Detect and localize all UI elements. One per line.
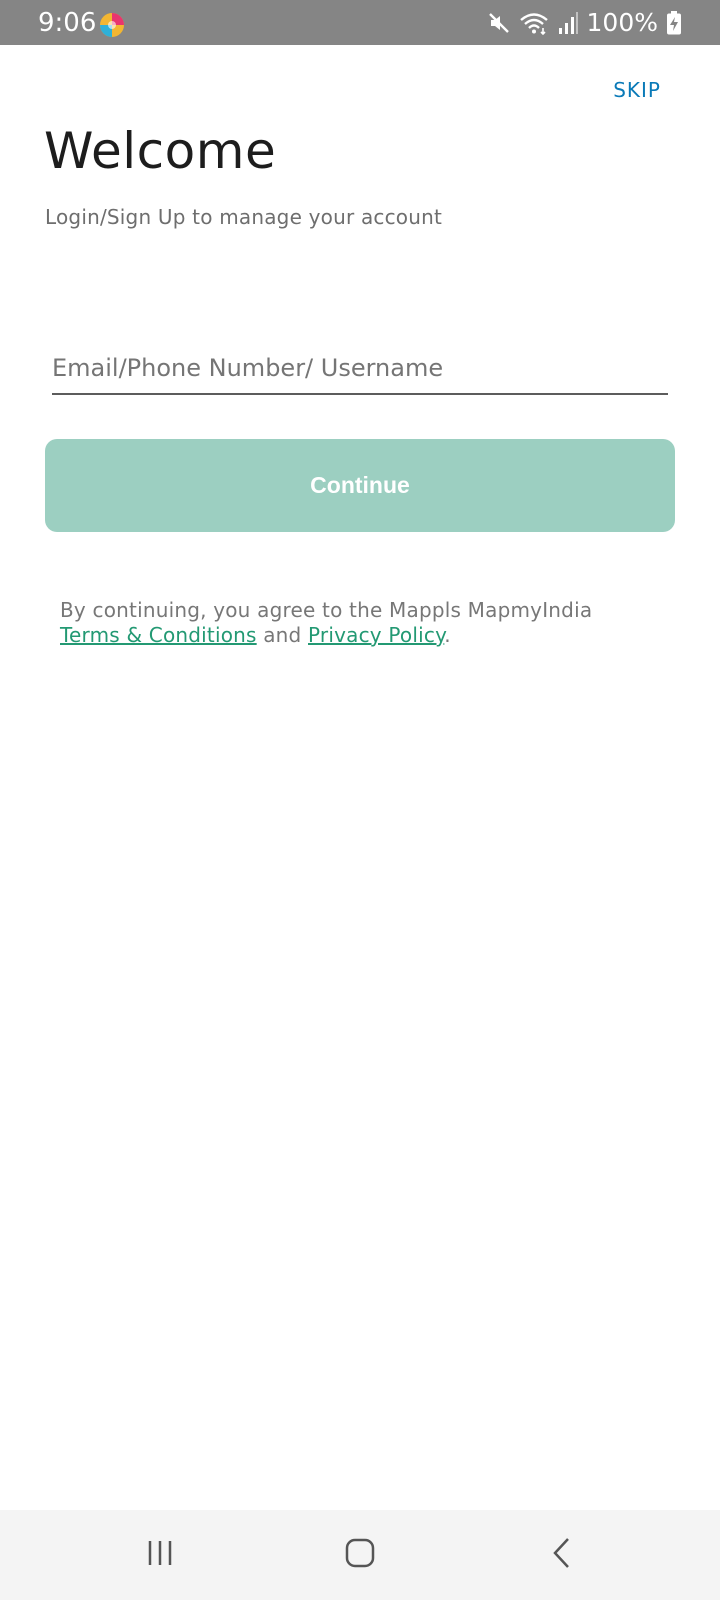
battery-charging-icon bbox=[666, 11, 682, 35]
terms-suffix: . bbox=[444, 623, 451, 647]
signal-icon bbox=[557, 11, 579, 35]
email-phone-username-input[interactable] bbox=[52, 345, 668, 391]
home-button[interactable] bbox=[300, 1510, 420, 1600]
page-subtitle: Login/Sign Up to manage your account bbox=[45, 205, 443, 229]
status-icons: 100% bbox=[487, 8, 682, 38]
app-badge-icon bbox=[99, 12, 125, 38]
privacy-policy-link[interactable]: Privacy Policy bbox=[308, 623, 444, 647]
terms-prefix: By continuing, you agree to the Mappls M… bbox=[60, 598, 593, 622]
mute-icon bbox=[487, 11, 511, 35]
back-icon bbox=[550, 1537, 574, 1573]
terms-and-text: and bbox=[256, 623, 309, 647]
back-button[interactable] bbox=[502, 1510, 622, 1600]
terms-notice: By continuing, you agree to the Mappls M… bbox=[60, 598, 680, 648]
home-icon bbox=[344, 1537, 376, 1573]
recent-apps-button[interactable] bbox=[100, 1510, 220, 1600]
terms-conditions-link[interactable]: Terms & Conditions bbox=[60, 623, 257, 647]
login-input-container bbox=[52, 345, 668, 395]
skip-button[interactable]: SKIP bbox=[613, 78, 661, 102]
system-nav-bar bbox=[0, 1510, 720, 1600]
battery-percent: 100% bbox=[586, 8, 658, 37]
status-bar: 9:06 100% bbox=[0, 0, 720, 45]
page-title: Welcome bbox=[44, 122, 277, 180]
recent-apps-icon bbox=[145, 1538, 175, 1572]
continue-button[interactable]: Continue bbox=[45, 439, 675, 532]
wifi-icon bbox=[519, 11, 549, 35]
status-time: 9:06 bbox=[38, 8, 97, 38]
